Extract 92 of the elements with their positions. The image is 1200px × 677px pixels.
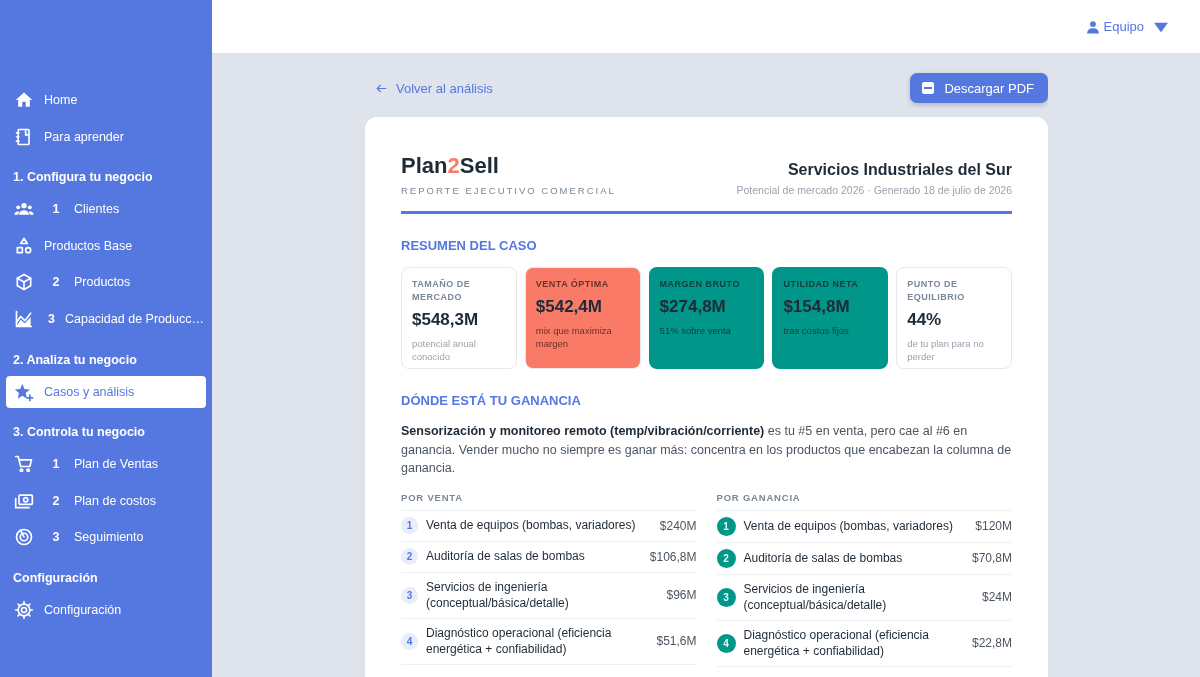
sidebar-item[interactable]: 2 Productos	[6, 266, 206, 299]
kpi-value: $154,8M	[783, 297, 851, 317]
sidebar-item[interactable]: Para aprender	[6, 120, 206, 153]
product-name: Servicios de ingeniería (conceptual/básica/detalle)	[426, 578, 570, 612]
product-amount: $51,6M	[656, 634, 697, 648]
product-amount: $24M	[981, 590, 1012, 604]
product-amount: $96M	[666, 588, 697, 602]
sidebar-item[interactable]: 1 Clientes	[6, 193, 206, 226]
item-label: Productos Base	[44, 238, 133, 253]
insight-paragraph: Sensorización y monitoreo remoto (temp/vibración/corriente) es tu #5 en venta, pero cae al #6 en ganancia. Vender mucho no siempre es ganar más: concentra en los productos que encabezan la columna de ganancia.	[401, 423, 1012, 477]
section-title: RESUMEN DEL CASO	[401, 238, 538, 253]
kpi-note: tras costos fijos	[783, 324, 850, 337]
sidebar-item[interactable]: Configuración	[6, 593, 206, 626]
section-heading: 2. Analiza tu negocio	[12, 351, 138, 369]
report-meta: Potencial de mercado 2026 · Generado 18 de julio de 2026	[736, 184, 1012, 196]
sidebar-item[interactable]: 1 Plan de Ventas	[6, 448, 206, 481]
logo: Plan2Sell	[401, 153, 500, 179]
section-heading: Configuración	[12, 569, 99, 587]
kpi-label: TAMAÑO DE MERCADO	[412, 278, 472, 304]
home-icon	[14, 90, 34, 110]
cart-icon	[14, 454, 34, 475]
rank-badge: 3	[716, 587, 736, 607]
rank-badge: 4	[716, 633, 736, 653]
shapes-icon	[14, 235, 34, 256]
section-heading: 1. Configura tu negocio	[12, 169, 154, 187]
sidebar-item[interactable]: 3 Seguimiento	[6, 521, 206, 554]
item-label: Clientes	[74, 202, 120, 217]
kpi-note: 51% sobre venta	[659, 324, 732, 337]
kpi-value: $542,4M	[535, 297, 603, 317]
sidebar-item[interactable]: Home	[6, 84, 206, 116]
kpi-label: UTILIDAD NETA	[783, 278, 860, 291]
target-icon	[14, 527, 34, 548]
product-amount: $120M	[975, 519, 1012, 533]
kpi-note: de tu plan para no perder	[907, 337, 985, 363]
product-name: Diagnóstico operacional (eficiencia energética + confiabilidad)	[426, 624, 613, 658]
rank-badge: 4	[401, 632, 418, 650]
company-name: Servicios Industriales del Sur	[786, 161, 1012, 179]
kpi-value: $548,3M	[412, 310, 480, 330]
sidebar-item[interactable]: 3 Capacidad de Producc…	[6, 302, 206, 335]
kpi-value: 44%	[907, 310, 943, 330]
item-label: Plan de Ventas	[74, 457, 159, 472]
kpi-note: potencial anual conocido	[412, 337, 477, 363]
product-name: Venta de equipos (bombas, variadores)	[426, 517, 637, 534]
sidebar-item[interactable]: 2 Plan de costos	[6, 484, 206, 517]
kpi-note: mix que maximiza margen	[535, 324, 613, 350]
item-label: Configuración	[44, 602, 122, 617]
item-label: Capacidad de Producc…	[64, 311, 204, 326]
chart-icon	[14, 308, 34, 329]
column-heading: POR GANANCIA	[716, 491, 1012, 511]
item-label: Casos y análisis	[44, 384, 135, 399]
rank-badge: 1	[401, 517, 418, 534]
kpi-label: MARGEN BRUTO	[659, 278, 741, 291]
rank-badge: 2	[401, 548, 418, 565]
product-name: Auditoría de salas de bombas	[426, 548, 586, 565]
gear-icon	[14, 599, 34, 620]
report-subtitle: REPORTE EJECUTIVO COMERCIAL	[401, 185, 616, 196]
step-number: 1	[51, 202, 61, 217]
product-amount: $106,8M	[649, 549, 697, 564]
user-menu[interactable]: Equipo	[1085, 19, 1168, 34]
product-amount: $22,8M	[971, 636, 1012, 650]
step-number: 3	[51, 530, 61, 545]
column-heading: POR VENTA	[401, 491, 697, 511]
product-name: Diagnóstico operacional (eficiencia energética + confiabilidad)	[743, 626, 930, 660]
kpi-label: VENTA ÓPTIMA	[535, 278, 610, 291]
sidebar-item[interactable]: Casos y análisis	[6, 375, 206, 408]
product-name: Auditoría de salas de bombas	[743, 549, 904, 567]
product-name: Venta de equipos (bombas, variadores)	[743, 517, 954, 535]
section-heading: 3. Controla tu negocio	[12, 424, 146, 442]
item-label: Plan de costos	[74, 493, 156, 508]
download-button[interactable]: Descargar PDF	[910, 73, 1048, 103]
step-number: 2	[51, 275, 61, 290]
step-number: 1	[51, 457, 61, 472]
person-icon	[1085, 19, 1100, 34]
product-amount: $240M	[659, 518, 697, 533]
sparkle-star-icon	[14, 381, 34, 402]
box-icon	[14, 272, 34, 293]
step-number: 3	[48, 311, 55, 326]
item-label: Para aprender	[44, 129, 124, 144]
rank-badge: 1	[716, 516, 736, 536]
item-label: Home	[44, 93, 78, 107]
kpi-value: $274,8M	[659, 297, 727, 317]
product-amount: $70,8M	[971, 551, 1012, 565]
step-number: 2	[51, 493, 61, 508]
product-name: Servicios de ingeniería (conceptual/básica/detalle)	[743, 580, 888, 614]
section-title: DÓNDE ESTÁ TU GANANCIA	[401, 393, 582, 408]
kpi-label: PUNTO DE EQUILIBRIO	[907, 278, 966, 304]
sidebar-item[interactable]: Productos Base	[6, 229, 206, 262]
item-label: Seguimiento	[74, 530, 144, 545]
item-label: Productos	[74, 275, 131, 290]
back-link[interactable]: Volver al análisis	[365, 80, 493, 96]
rank-badge: 3	[401, 586, 418, 604]
rank-badge: 2	[716, 548, 736, 568]
